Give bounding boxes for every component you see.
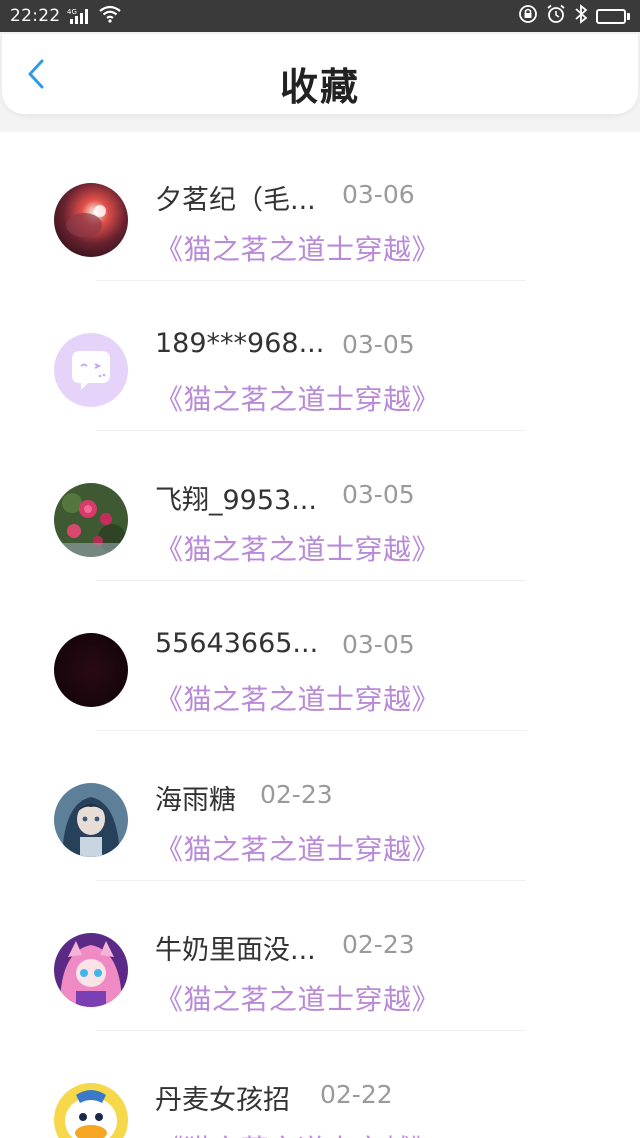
alarm-icon bbox=[546, 4, 566, 29]
favorite-date: 03-05 bbox=[342, 480, 415, 509]
book-title[interactable]: 《猫之茗之道士穿越》 bbox=[155, 528, 440, 568]
anime-girl-blue-avatar-icon[interactable] bbox=[54, 783, 128, 857]
status-bar: 22:22 4G bbox=[0, 0, 640, 32]
list-item[interactable]: 牛奶里面没... 02-23 《猫之茗之道士穿越》 bbox=[0, 882, 640, 1032]
book-title[interactable]: 《猫之茗之道士穿越》 bbox=[155, 1128, 440, 1138]
divider bbox=[96, 280, 526, 281]
favorite-date: 02-22 bbox=[320, 1080, 393, 1109]
favorite-date: 03-05 bbox=[342, 330, 415, 359]
list-item[interactable]: 189***968... 03-05 《猫之茗之道士穿越》 bbox=[0, 282, 640, 432]
favorite-date: 02-23 bbox=[342, 930, 415, 959]
divider bbox=[96, 880, 526, 881]
user-name: 牛奶里面没... bbox=[155, 935, 316, 966]
status-time: 22:22 bbox=[10, 6, 61, 26]
book-title[interactable]: 《猫之茗之道士穿越》 bbox=[155, 828, 440, 868]
wifi-icon bbox=[98, 5, 121, 28]
anime-girl-pink-avatar-icon[interactable] bbox=[54, 933, 128, 1007]
book-title[interactable]: 《猫之茗之道士穿越》 bbox=[155, 378, 440, 418]
divider bbox=[96, 430, 526, 431]
book-title[interactable]: 《猫之茗之道士穿越》 bbox=[155, 978, 440, 1018]
cell-signal-icon: 4G bbox=[67, 7, 93, 25]
page-title: 收藏 bbox=[279, 65, 360, 109]
list-item[interactable]: 海雨糖 02-23 《猫之茗之道士穿越》 bbox=[0, 732, 640, 882]
lock-rotation-icon bbox=[518, 4, 538, 29]
book-title[interactable]: 《猫之茗之道士穿越》 bbox=[155, 678, 440, 718]
glowing-portrait-avatar-icon[interactable] bbox=[54, 183, 128, 257]
bluetooth-icon bbox=[574, 3, 588, 29]
favorite-date: 03-05 bbox=[342, 630, 415, 659]
dark-avatar-icon[interactable] bbox=[54, 633, 128, 707]
user-name: 飞翔_9953... bbox=[155, 485, 317, 516]
list-item[interactable]: 夕茗纪（毛... 03-06 《猫之茗之道士穿越》 bbox=[0, 132, 640, 282]
user-name: 189***968... bbox=[155, 328, 325, 359]
duck-avatar-icon[interactable] bbox=[54, 1083, 128, 1138]
user-name: 丹麦女孩招 bbox=[155, 1085, 290, 1116]
default-chat-bubble-avatar-icon[interactable] bbox=[54, 333, 128, 407]
list-item[interactable]: 丹麦女孩招 02-22 《猫之茗之道士穿越》 bbox=[0, 1032, 640, 1138]
battery-icon bbox=[596, 8, 630, 24]
svg-text:4G: 4G bbox=[67, 8, 77, 16]
divider bbox=[96, 580, 526, 581]
favorite-date: 03-06 bbox=[342, 180, 415, 209]
flower-avatar-icon[interactable] bbox=[54, 483, 128, 557]
user-name: 夕茗纪（毛... bbox=[155, 185, 316, 216]
list-item[interactable]: 飞翔_9953... 03-05 《猫之茗之道士穿越》 bbox=[0, 432, 640, 582]
list-item[interactable]: 55643665... 03-05 《猫之茗之道士穿越》 bbox=[0, 582, 640, 732]
favorites-list: 夕茗纪（毛... 03-06 《猫之茗之道士穿越》 189***968... 0… bbox=[0, 132, 640, 1138]
header: 收藏 bbox=[2, 34, 638, 114]
divider bbox=[96, 730, 526, 731]
favorite-date: 02-23 bbox=[260, 780, 333, 809]
book-title[interactable]: 《猫之茗之道士穿越》 bbox=[155, 228, 440, 268]
user-name: 海雨糖 bbox=[155, 785, 236, 816]
divider bbox=[96, 1030, 526, 1031]
user-name: 55643665... bbox=[155, 628, 319, 659]
